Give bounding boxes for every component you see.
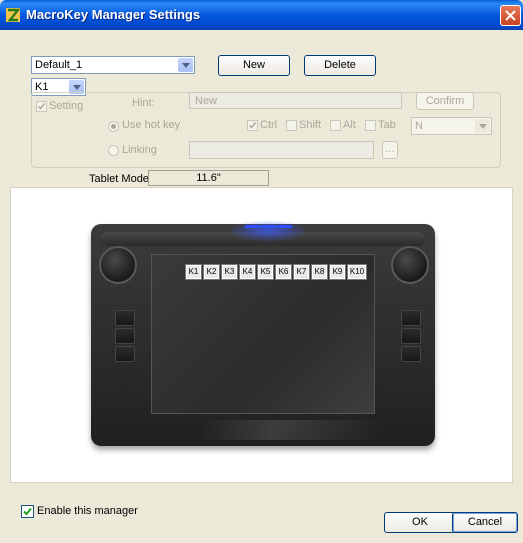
checkmark-icon xyxy=(248,122,257,129)
macro-key-k1[interactable]: K1 xyxy=(185,264,202,280)
linking-label: Linking xyxy=(122,144,157,156)
cancel-button[interactable]: Cancel xyxy=(452,512,518,533)
settings-window: MacroKey Manager Settings Default_1 New … xyxy=(0,0,523,543)
tab-checkbox[interactable] xyxy=(365,120,376,131)
new-button[interactable]: New xyxy=(218,55,290,76)
tablet-model-value-box: 11.6" xyxy=(148,170,269,186)
hint-input-value: New xyxy=(195,95,218,107)
shift-label: Shift xyxy=(299,119,322,131)
express-key[interactable] xyxy=(401,346,421,362)
shift-checkbox[interactable] xyxy=(286,120,297,131)
confirm-button[interactable]: Confirm xyxy=(416,92,474,110)
browse-button[interactable]: ... xyxy=(382,141,398,159)
macro-key-k2[interactable]: K2 xyxy=(203,264,220,280)
chevron-down-icon[interactable] xyxy=(178,58,193,72)
tablet-shine xyxy=(201,420,381,440)
macro-key-k3[interactable]: K3 xyxy=(221,264,238,280)
tablet-preview-panel: K1 K2 K3 K4 K5 K6 K7 K8 K9 K10 xyxy=(10,187,513,483)
window-title: MacroKey Manager Settings xyxy=(26,7,201,22)
alt-checkbox[interactable] xyxy=(330,120,341,131)
linking-input[interactable] xyxy=(189,141,374,159)
express-key[interactable] xyxy=(115,328,135,344)
close-button[interactable] xyxy=(500,5,521,26)
hot-key-value: N xyxy=(415,120,423,132)
enable-manager-checkbox[interactable] xyxy=(21,505,34,518)
hint-input[interactable]: New xyxy=(189,92,402,109)
tablet-image: K1 K2 K3 K4 K5 K6 K7 K8 K9 K10 xyxy=(91,220,435,446)
status-led xyxy=(245,225,260,228)
left-express-keys xyxy=(115,310,135,366)
macro-key-k5[interactable]: K5 xyxy=(257,264,274,280)
title-bar[interactable]: MacroKey Manager Settings xyxy=(0,0,523,30)
status-led-glow xyxy=(227,220,309,242)
status-led xyxy=(277,225,292,228)
express-key[interactable] xyxy=(115,346,135,362)
checkmark-icon xyxy=(37,103,46,110)
macro-key-k7[interactable]: K7 xyxy=(293,264,310,280)
use-hot-key-label: Use hot key xyxy=(122,119,181,131)
profile-select[interactable]: Default_1 xyxy=(31,56,195,74)
tablet-model-value: 11.6" xyxy=(196,172,221,184)
right-touch-ring[interactable] xyxy=(391,246,429,284)
hot-key-select[interactable]: N xyxy=(411,117,492,135)
chevron-down-icon[interactable] xyxy=(475,119,490,133)
close-icon xyxy=(505,10,516,21)
app-icon xyxy=(6,8,20,22)
profile-select-value: Default_1 xyxy=(35,59,83,71)
use-hot-key-radio[interactable] xyxy=(108,121,119,132)
express-key[interactable] xyxy=(401,310,421,326)
left-touch-ring[interactable] xyxy=(99,246,137,284)
macro-key-k8[interactable]: K8 xyxy=(311,264,328,280)
tablet-model-label: Tablet Model: xyxy=(89,173,155,185)
express-key[interactable] xyxy=(115,310,135,326)
tab-label: Tab xyxy=(378,119,396,131)
hint-label: Hint: xyxy=(132,97,155,109)
enable-manager-label: Enable this manager xyxy=(37,505,138,517)
express-key[interactable] xyxy=(401,328,421,344)
macro-key-k9[interactable]: K9 xyxy=(329,264,346,280)
macro-key-k10[interactable]: K10 xyxy=(347,264,367,280)
setting-label: Setting xyxy=(49,100,84,112)
setting-checkbox[interactable] xyxy=(36,101,47,112)
linking-radio[interactable] xyxy=(108,145,119,156)
ctrl-label: Ctrl xyxy=(260,119,278,131)
delete-button[interactable]: Delete xyxy=(304,55,376,76)
ok-button[interactable]: OK xyxy=(384,512,456,533)
alt-label: Alt xyxy=(343,119,356,131)
status-led xyxy=(261,225,276,228)
macro-key-k6[interactable]: K6 xyxy=(275,264,292,280)
macro-key-k4[interactable]: K4 xyxy=(239,264,256,280)
checkmark-icon xyxy=(23,507,32,516)
right-express-keys xyxy=(401,310,421,366)
ctrl-checkbox[interactable] xyxy=(247,120,258,131)
